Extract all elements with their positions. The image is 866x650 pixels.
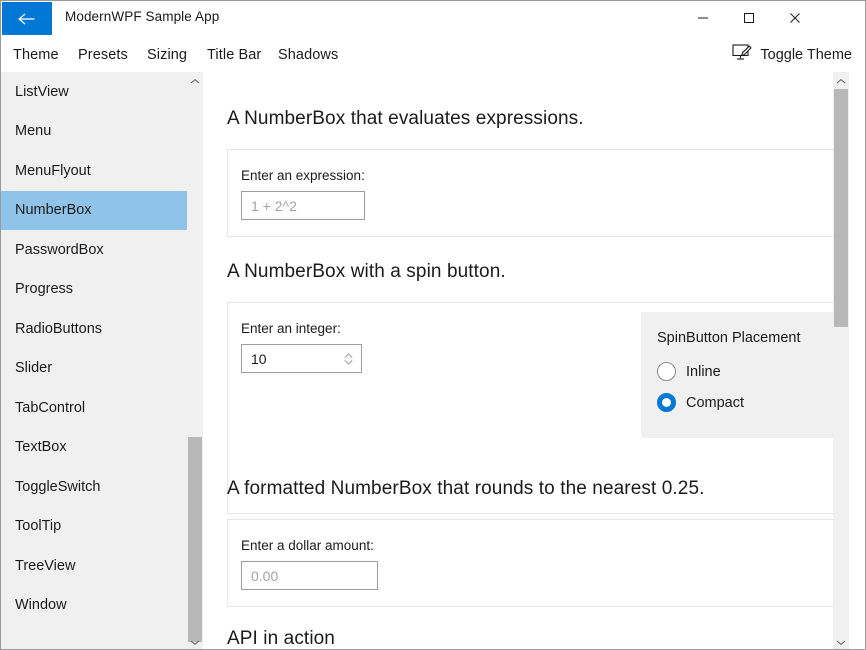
menu-item-sizing[interactable]: Sizing (147, 37, 187, 72)
sidebar-list: ListView Menu MenuFlyout NumberBox Passw… (1, 72, 187, 625)
close-icon (789, 12, 801, 24)
chevron-up-icon (190, 72, 200, 90)
spinbutton-placement-title: SpinButton Placement (657, 330, 801, 346)
spinbutton-placement-panel: SpinButton Placement Inline Compact (641, 312, 833, 438)
sidebar-item-treeview[interactable]: TreeView (1, 546, 187, 586)
chevron-up-icon (836, 72, 846, 90)
menu-item-presets[interactable]: Presets (78, 37, 128, 72)
chevron-down-icon (836, 633, 846, 650)
sidebar-item-tabcontrol[interactable]: TabControl (1, 388, 187, 428)
sidebar-item-progress[interactable]: Progress (1, 270, 187, 310)
back-arrow-icon (16, 11, 38, 27)
expression-field-label: Enter an expression: (241, 168, 365, 183)
integer-input-value: 10 (251, 350, 267, 367)
content-scroll-down-button[interactable] (833, 633, 849, 650)
radio-inline-circle[interactable] (657, 362, 676, 381)
sidebar-item-menu[interactable]: Menu (1, 112, 187, 152)
sidebar-item-toggleswitch[interactable]: ToggleSwitch (1, 467, 187, 507)
sidebar-scroll-down-button[interactable] (187, 633, 203, 650)
content-scroll-up-button[interactable] (833, 72, 849, 89)
dollar-input[interactable]: 0.00 (241, 561, 378, 590)
menu-item-titlebar[interactable]: Title Bar (207, 37, 261, 72)
main-content: A NumberBox that evaluates expressions. … (203, 72, 849, 650)
sidebar-item-tooltip[interactable]: ToolTip (1, 507, 187, 547)
expression-input[interactable]: 1 + 2^2 (241, 191, 365, 220)
integer-field-label: Enter an integer: (241, 321, 341, 336)
chevron-down-icon (190, 633, 200, 650)
sidebar-scrollbar[interactable] (187, 72, 203, 650)
sidebar-item-window[interactable]: Window (1, 586, 187, 626)
content-scroll-thumb[interactable] (834, 89, 848, 327)
section3-title: A formatted NumberBox that rounds to the… (227, 478, 705, 499)
radio-compact-label: Compact (686, 394, 745, 411)
section2-title: A NumberBox with a spin button. (227, 261, 506, 282)
integer-input[interactable]: 10 (241, 344, 362, 373)
radio-compact[interactable]: Compact (657, 393, 744, 412)
toggle-theme-label: Toggle Theme (760, 46, 852, 63)
expression-input-placeholder: 1 + 2^2 (251, 197, 297, 214)
radio-inline-label: Inline (686, 363, 721, 380)
section4-title: API in action (227, 628, 335, 649)
section1-card: Enter an expression: 1 + 2^2 (227, 149, 843, 237)
app-window: ModernWPF Sample App Theme Presets Sizin… (0, 0, 866, 650)
sidebar-scroll-up-button[interactable] (187, 72, 203, 89)
sidebar-item-slider[interactable]: Slider (1, 349, 187, 389)
sidebar-item-passwordbox[interactable]: PasswordBox (1, 230, 187, 270)
toggle-theme-button[interactable]: Toggle Theme (732, 37, 852, 72)
radio-inline[interactable]: Inline (657, 362, 721, 381)
sidebar-item-radiobuttons[interactable]: RadioButtons (1, 309, 187, 349)
section3-card: Enter a dollar amount: 0.00 (227, 519, 843, 607)
dollar-input-placeholder: 0.00 (251, 567, 279, 584)
menu-bar: Theme Presets Sizing Title Bar Shadows T… (1, 37, 865, 72)
sidebar-scroll-thumb[interactable] (188, 437, 202, 642)
dollar-field-label: Enter a dollar amount: (241, 538, 374, 553)
content-scrollbar[interactable] (833, 72, 849, 650)
sidebar-item-numberbox[interactable]: NumberBox (1, 190, 187, 230)
maximize-button[interactable] (726, 2, 772, 33)
minimize-button[interactable] (680, 2, 726, 33)
section1-title: A NumberBox that evaluates expressions. (227, 108, 584, 129)
sidebar-item-textbox[interactable]: TextBox (1, 428, 187, 468)
personalize-icon (732, 43, 752, 67)
sidebar: ListView Menu MenuFlyout NumberBox Passw… (1, 72, 203, 650)
sidebar-item-menuflyout[interactable]: MenuFlyout (1, 151, 187, 191)
radio-compact-circle[interactable] (657, 393, 676, 412)
spinner-updown-icon[interactable] (343, 351, 354, 367)
sidebar-item-listview[interactable]: ListView (1, 72, 187, 112)
back-button[interactable] (2, 2, 52, 35)
menu-item-theme[interactable]: Theme (13, 37, 59, 72)
app-title: ModernWPF Sample App (65, 9, 220, 24)
maximize-icon (743, 12, 755, 24)
minimize-icon (697, 12, 709, 24)
sidebar-scroll-track[interactable] (187, 89, 203, 642)
menu-item-shadows[interactable]: Shadows (278, 37, 338, 72)
close-button[interactable] (772, 2, 818, 33)
title-bar: ModernWPF Sample App (1, 1, 865, 37)
